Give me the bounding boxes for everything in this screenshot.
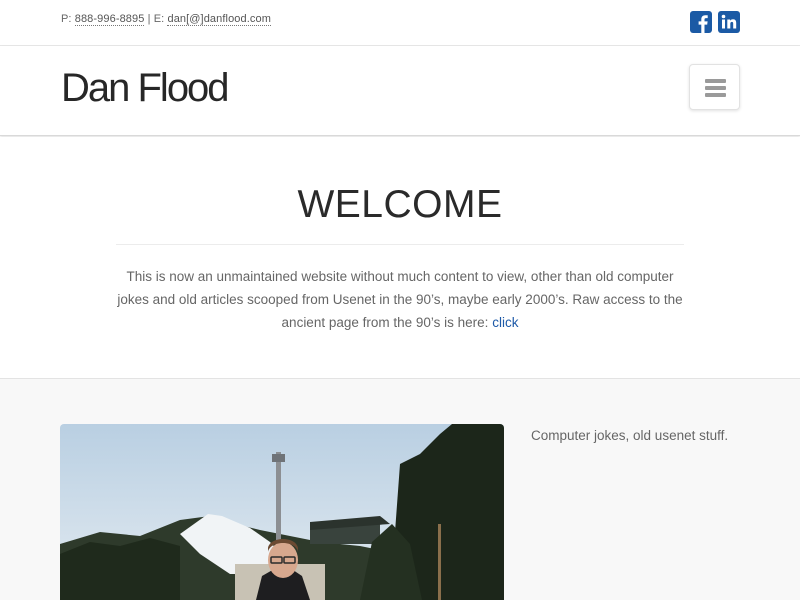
menu-bar-line	[705, 86, 726, 90]
divider	[116, 244, 684, 245]
click-link[interactable]: click	[492, 315, 518, 330]
email-link[interactable]: dan[@]danflood.com	[167, 13, 271, 26]
top-bar: P: 888-996-8895 | E: dan[@]danflood.com	[0, 0, 800, 46]
facebook-icon[interactable]	[690, 11, 712, 33]
page-title: WELCOME	[297, 183, 503, 226]
phone-link[interactable]: 888-996-8895	[74, 13, 145, 26]
email-prefix: E:	[153, 13, 165, 25]
hamburger-menu-icon[interactable]	[689, 64, 740, 110]
content-section: Computer jokes, old usenet stuff.	[0, 379, 800, 600]
main-navbar: Dan Flood	[0, 46, 800, 136]
welcome-section: WELCOME This is now an unmaintained webs…	[0, 137, 800, 379]
menu-bar-line	[705, 79, 726, 83]
profile-photo	[60, 424, 504, 600]
sidebar-description: Computer jokes, old usenet stuff.	[531, 428, 729, 443]
welcome-text: This is now an unmaintained website with…	[110, 265, 690, 334]
contact-info: P: 888-996-8895 | E: dan[@]danflood.com	[61, 13, 271, 26]
welcome-body: This is now an unmaintained website with…	[117, 269, 683, 330]
site-brand[interactable]: Dan Flood	[61, 66, 230, 111]
separator: |	[147, 13, 151, 25]
linkedin-icon[interactable]	[718, 11, 740, 33]
phone-prefix: P:	[61, 13, 72, 25]
menu-bar-line	[705, 93, 726, 97]
